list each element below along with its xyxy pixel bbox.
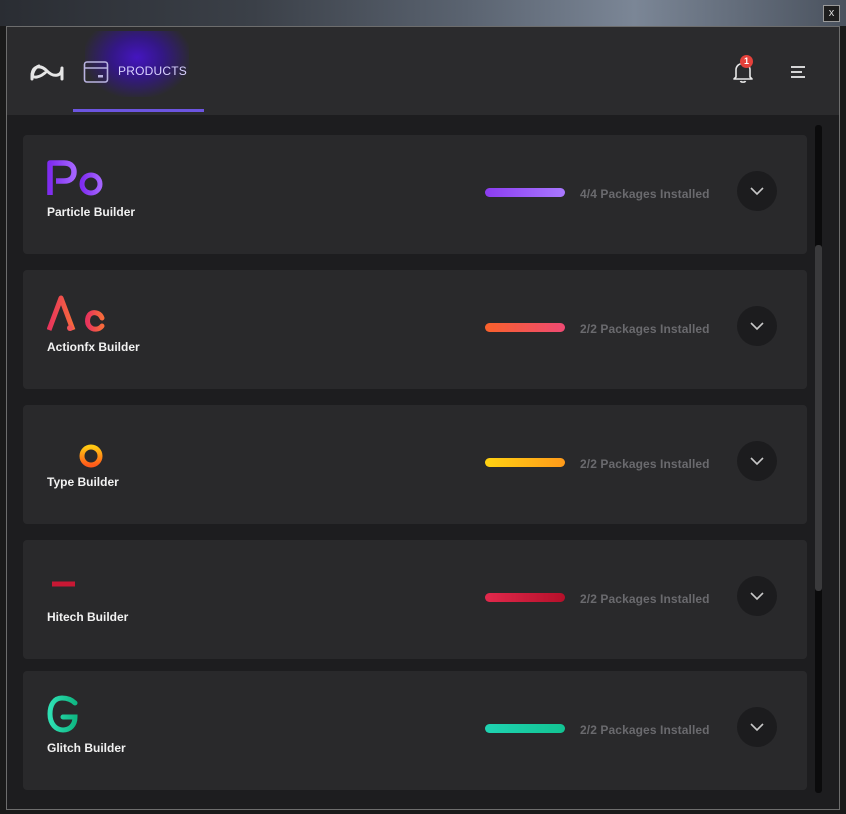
chevron-down-icon: [750, 723, 764, 732]
product-name: Particle Builder: [47, 205, 136, 219]
chevron-down-icon: [750, 187, 764, 196]
active-tab-indicator: [73, 109, 204, 112]
products-box-icon: [83, 61, 109, 83]
product-list: Particle Builder 4/4 Packages Installed …: [7, 115, 839, 809]
tab-products-label: PRODUCTS: [118, 64, 187, 78]
particle-builder-logo-icon: [47, 160, 103, 196]
desktop-background-strip: [0, 0, 846, 26]
tab-products[interactable]: PRODUCTS: [73, 27, 204, 112]
install-progress-bar: [485, 724, 565, 733]
chevron-down-icon: [750, 322, 764, 331]
actionfx-builder-logo-icon: [47, 295, 105, 332]
product-name: Hitech Builder: [47, 610, 129, 624]
chevron-down-icon: [750, 457, 764, 466]
expand-button[interactable]: [737, 576, 777, 616]
product-card: Hitech Builder 2/2 Packages Installed: [23, 540, 807, 659]
notification-count-badge: 1: [740, 55, 753, 68]
install-status-text: 2/2 Packages Installed: [580, 457, 710, 471]
install-status-text: 2/2 Packages Installed: [580, 592, 710, 606]
install-progress-bar: [485, 323, 565, 332]
app-header: PRODUCTS 1: [7, 27, 839, 115]
app-window: PRODUCTS 1 Particle Builder 4/4 Packages: [6, 26, 840, 810]
product-name: Actionfx Builder: [47, 340, 140, 354]
product-card: Glitch Builder 2/2 Packages Installed: [23, 671, 807, 790]
glitch-builder-logo-icon: [47, 695, 99, 733]
install-progress-bar: [485, 188, 565, 197]
product-card: Type Builder 2/2 Packages Installed: [23, 405, 807, 524]
window-close-button[interactable]: x: [823, 5, 840, 22]
expand-button[interactable]: [737, 707, 777, 747]
install-status-text: 2/2 Packages Installed: [580, 723, 710, 737]
hitech-builder-logo-icon: [49, 566, 95, 602]
product-name: Type Builder: [47, 475, 119, 489]
install-progress-bar: [485, 458, 565, 467]
type-builder-logo-icon: [48, 430, 103, 468]
product-card: Particle Builder 4/4 Packages Installed: [23, 135, 807, 254]
chevron-down-icon: [750, 592, 764, 601]
expand-button[interactable]: [737, 306, 777, 346]
install-progress-bar: [485, 593, 565, 602]
scrollbar-thumb[interactable]: [815, 245, 822, 591]
product-name: Glitch Builder: [47, 741, 126, 755]
expand-button[interactable]: [737, 171, 777, 211]
install-status-text: 4/4 Packages Installed: [580, 187, 710, 201]
hamburger-menu-icon[interactable]: [790, 65, 806, 79]
product-card: Actionfx Builder 2/2 Packages Installed: [23, 270, 807, 389]
expand-button[interactable]: [737, 441, 777, 481]
brand-logo-icon: [30, 64, 64, 81]
install-status-text: 2/2 Packages Installed: [580, 322, 710, 336]
